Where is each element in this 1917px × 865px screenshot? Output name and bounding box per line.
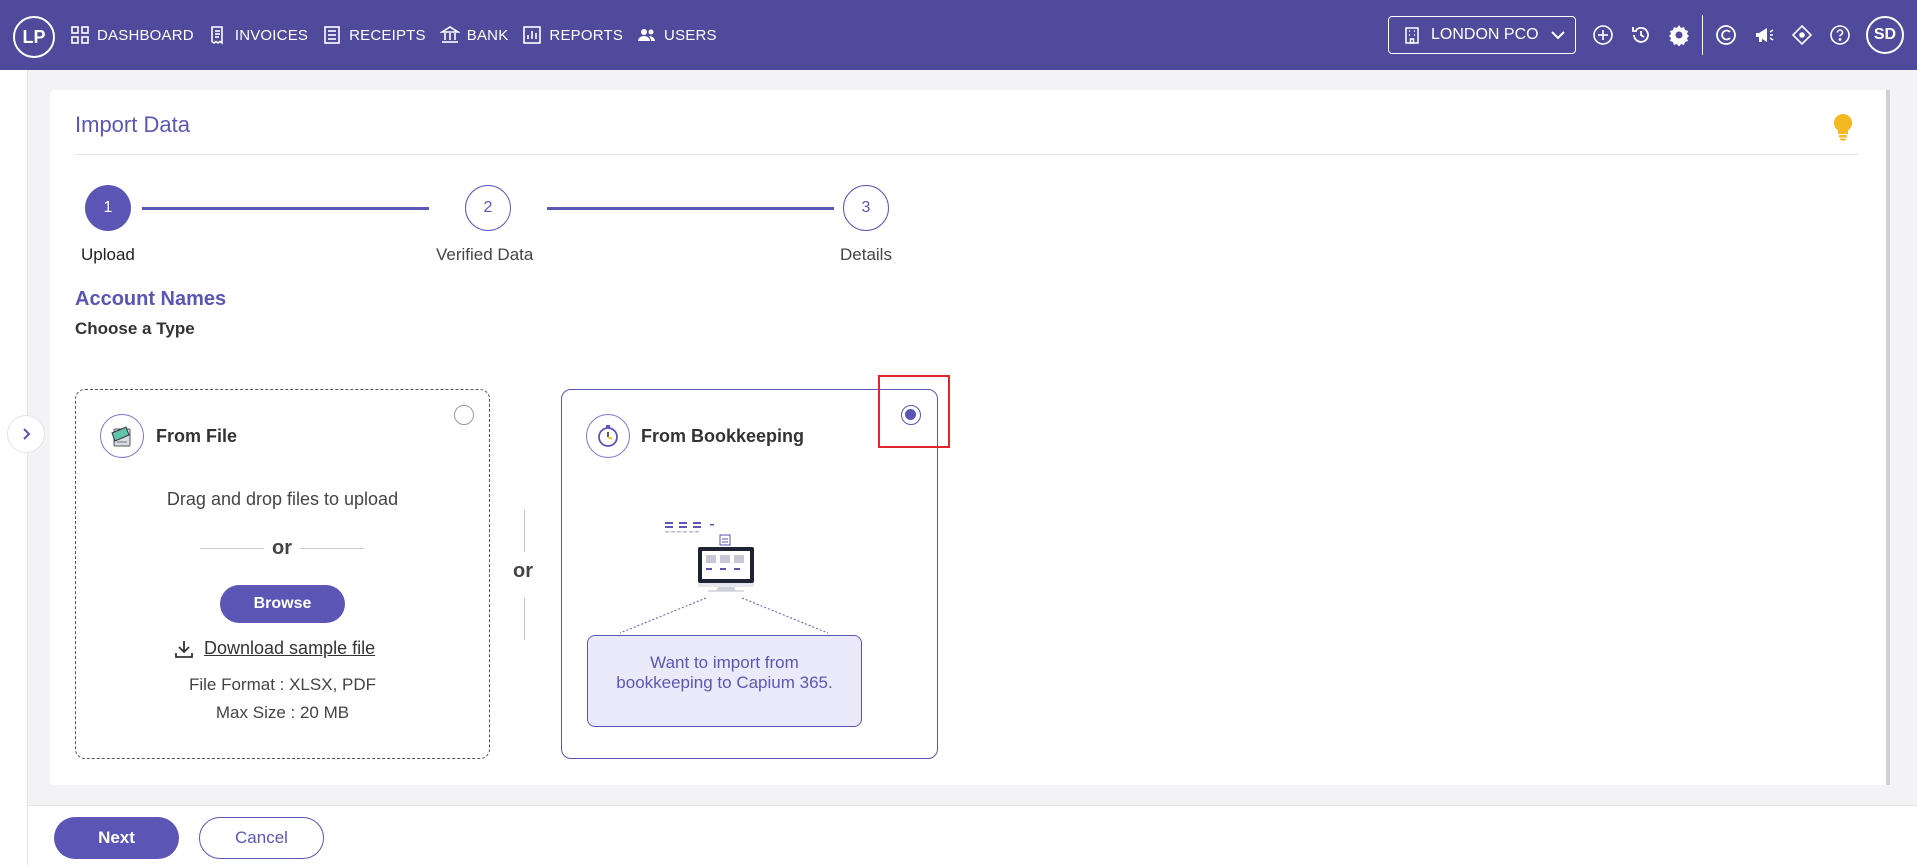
cancel-button[interactable]: Cancel bbox=[199, 817, 324, 859]
title-divider bbox=[75, 154, 1858, 155]
step-connector-2 bbox=[547, 207, 834, 210]
plus-circle-icon bbox=[1593, 25, 1613, 45]
download-sample-link[interactable]: Download sample file bbox=[174, 638, 375, 659]
file-option-icon-wrap bbox=[100, 414, 144, 458]
header-actions bbox=[1584, 15, 1859, 55]
chevron-right-icon bbox=[23, 428, 31, 440]
nav-dashboard-label: DASHBOARD bbox=[97, 26, 194, 44]
or-divider: or bbox=[200, 536, 364, 560]
from-bookkeeping-title: From Bookkeeping bbox=[641, 426, 805, 446]
download-icon bbox=[175, 640, 193, 658]
company-selector[interactable]: LONDON PCO bbox=[1388, 16, 1576, 54]
file-format-text: File Format : XLSX, PDF bbox=[188, 675, 377, 694]
or-line-right bbox=[300, 547, 364, 549]
step-2-label: Verified Data bbox=[436, 245, 534, 264]
next-button[interactable]: Next bbox=[54, 817, 179, 859]
step-1-label: Upload bbox=[81, 245, 135, 264]
selection-highlight-box bbox=[878, 375, 950, 448]
options-or-divider: or bbox=[513, 510, 537, 640]
company-logo[interactable]: LP bbox=[13, 16, 55, 58]
nav-invoices-label: INVOICES bbox=[234, 26, 309, 44]
options-or-text: or bbox=[513, 560, 533, 582]
bookkeeping-option-icon-wrap bbox=[586, 414, 630, 458]
step-3-label: Details bbox=[840, 245, 892, 264]
announcements-button[interactable] bbox=[1745, 16, 1783, 54]
reports-icon bbox=[523, 26, 542, 44]
chevron-down-icon bbox=[1550, 31, 1565, 40]
add-button[interactable] bbox=[1584, 16, 1622, 54]
sidebar-expand-button[interactable] bbox=[7, 415, 45, 453]
dashboard-icon bbox=[71, 26, 89, 44]
building-icon bbox=[1405, 27, 1419, 44]
user-avatar[interactable]: SD bbox=[1866, 16, 1904, 54]
download-sample-label: Download sample file bbox=[204, 638, 376, 658]
gear-icon bbox=[1669, 25, 1689, 46]
step-3-circle: 3 bbox=[843, 185, 889, 231]
users-icon bbox=[638, 29, 656, 41]
drag-drop-text: Drag and drop files to upload bbox=[166, 489, 399, 509]
nav-users-label: USERS bbox=[664, 26, 717, 44]
diamond-icon bbox=[1791, 24, 1813, 46]
stopwatch-icon bbox=[598, 425, 618, 447]
capium-button[interactable] bbox=[1707, 16, 1745, 54]
company-name: LONDON PCO bbox=[1431, 26, 1539, 43]
or-vline-top bbox=[524, 510, 525, 552]
top-navigation-bar: LP DASHBOARD INVOICES RECEIPTS BANK REPO… bbox=[0, 0, 1917, 70]
help-button[interactable] bbox=[1821, 16, 1859, 54]
integrations-button[interactable] bbox=[1783, 16, 1821, 54]
file-upload-icon bbox=[111, 426, 131, 447]
max-size-text: Max Size : 20 MB bbox=[215, 703, 350, 722]
nav-dashboard[interactable]: DASHBOARD bbox=[70, 25, 194, 45]
capium-logo-icon bbox=[1716, 25, 1736, 45]
bookkeeping-callout: Want to import from bookkeeping to Capiu… bbox=[587, 635, 862, 727]
nav-bank-label: BANK bbox=[466, 26, 509, 44]
from-file-radio[interactable] bbox=[454, 405, 474, 425]
nav-reports[interactable]: REPORTS bbox=[522, 25, 623, 45]
nav-invoices[interactable]: INVOICES bbox=[208, 25, 308, 45]
megaphone-icon bbox=[1756, 28, 1774, 42]
bank-icon bbox=[439, 26, 460, 43]
nav-receipts-label: RECEIPTS bbox=[349, 26, 426, 44]
left-sidebar-collapsed bbox=[0, 70, 28, 865]
history-button[interactable] bbox=[1622, 16, 1660, 54]
or-vline-bottom bbox=[524, 598, 525, 640]
from-file-title: From File bbox=[156, 426, 238, 446]
history-icon bbox=[1632, 27, 1649, 43]
section-subtitle: Choose a Type bbox=[75, 319, 195, 338]
nav-users[interactable]: USERS bbox=[637, 25, 717, 45]
or-line-left bbox=[200, 547, 264, 549]
header-divider bbox=[1702, 15, 1703, 55]
section-title: Account Names bbox=[75, 288, 227, 310]
bookkeeping-illustration bbox=[619, 522, 829, 634]
nav-receipts[interactable]: RECEIPTS bbox=[322, 25, 426, 45]
step-1-circle: 1 bbox=[85, 185, 131, 231]
or-text: or bbox=[272, 536, 292, 559]
main-nav: DASHBOARD INVOICES RECEIPTS BANK REPORTS… bbox=[70, 0, 717, 70]
browse-button[interactable]: Browse bbox=[220, 585, 345, 623]
receipt-icon bbox=[324, 26, 340, 44]
invoice-icon bbox=[211, 26, 223, 45]
nav-bank[interactable]: BANK bbox=[439, 25, 509, 45]
settings-button[interactable] bbox=[1660, 16, 1698, 54]
step-2-circle: 2 bbox=[465, 185, 511, 231]
nav-reports-label: REPORTS bbox=[549, 26, 624, 44]
help-icon bbox=[1830, 25, 1850, 45]
lightbulb-icon[interactable] bbox=[1830, 112, 1856, 142]
scrollbar[interactable] bbox=[1886, 90, 1890, 785]
page-title: Import Data bbox=[75, 112, 190, 137]
step-connector-1 bbox=[142, 207, 429, 210]
